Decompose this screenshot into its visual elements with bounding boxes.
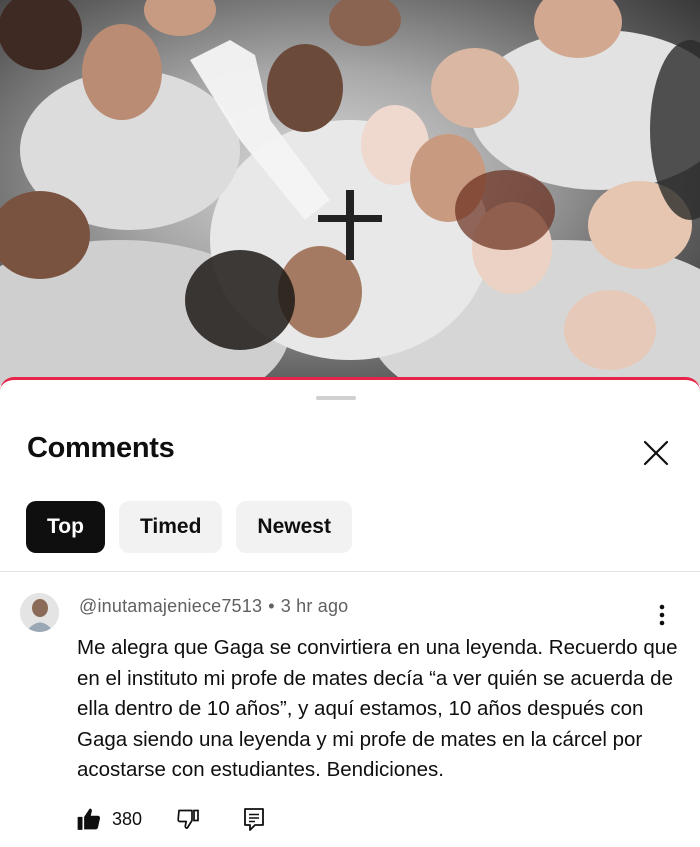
- filter-chip-newest[interactable]: Newest: [236, 501, 352, 553]
- reply-icon: [244, 808, 264, 831]
- more-options-button[interactable]: [650, 600, 674, 630]
- video-frame[interactable]: [0, 0, 700, 385]
- crowd-photo: [0, 0, 700, 385]
- filter-chip-timed[interactable]: Timed: [118, 501, 223, 553]
- reply-button[interactable]: [242, 806, 266, 832]
- dislike-button[interactable]: [176, 807, 200, 831]
- like-count: 380: [112, 808, 143, 829]
- filter-chip-top[interactable]: Top: [26, 501, 105, 553]
- comment-text: Me alegra que Gaga se convirtiera en una…: [77, 636, 678, 781]
- meta-separator: •: [268, 596, 275, 616]
- comment-time: 3 hr ago: [280, 596, 349, 616]
- more-vert-icon: [659, 604, 665, 626]
- close-button[interactable]: [638, 435, 674, 471]
- comment-filter-chips: Top Timed Newest: [26, 501, 352, 553]
- comment-meta: @inutamajeniece7513 • 3 hr ago: [79, 596, 348, 617]
- close-icon: [643, 440, 669, 466]
- avatar[interactable]: [20, 593, 59, 632]
- comment-actions: 380: [76, 806, 266, 832]
- avatar-icon: [20, 593, 59, 632]
- drag-handle[interactable]: [316, 396, 356, 400]
- divider: [0, 571, 700, 572]
- comment-author[interactable]: @inutamajeniece7513: [79, 596, 262, 616]
- thumbs-down-icon: [177, 809, 199, 829]
- like-button[interactable]: 380: [76, 806, 142, 832]
- thumbs-up-icon: [77, 808, 101, 830]
- comments-sheet: Comments Top Timed Newest @inutamajeniec…: [0, 377, 700, 847]
- comments-title: Comments: [27, 432, 175, 464]
